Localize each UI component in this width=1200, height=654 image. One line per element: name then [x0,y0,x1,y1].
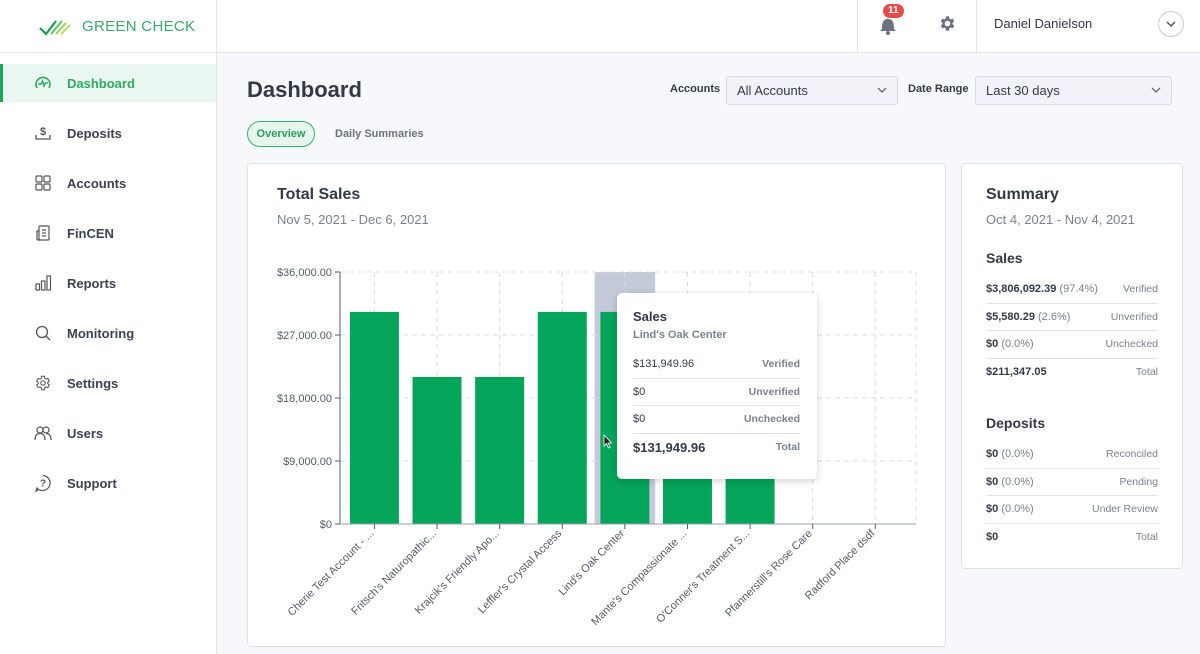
x-tick-label: Lind's Oak Center [556,527,627,598]
tooltip-title: Sales [633,309,667,324]
summary-percent: (97.4%) [1059,283,1098,296]
summary-amount: $0 [986,448,999,461]
summary-sales-row: $0 (0.0%) Unchecked [986,331,1158,359]
summary-percent: (0.0%) [1001,503,1034,516]
summary-label: Reconciled [1106,448,1158,461]
summary-amount: $0 [986,475,999,488]
y-tick-label: $9,000.00 [283,456,332,468]
tooltip-row-total: $131,949.96 Total [633,434,800,462]
summary-sales-row: $3,806,092.39 (97.4%) Verified [986,276,1158,304]
summary-label: Total [1135,531,1158,544]
tooltip-amount: $131,949.96 [633,439,706,455]
summary-label: Under Review [1092,503,1158,516]
summary-label: Unverified [1110,310,1158,323]
tooltip-amount: $131,949.96 [633,358,695,371]
summary-amount: $0 [986,531,999,544]
summary-date-range: Oct 4, 2021 - Nov 4, 2021 [986,212,1135,227]
tooltip-amount: $0 [633,385,646,398]
summary-label: Pending [1119,475,1158,488]
summary-amount: $5,580.29 [986,310,1035,323]
summary-amount: $0 [986,503,999,516]
chart-tooltip: Sales Lind's Oak Center $131,949.96 Veri… [617,293,817,479]
summary-title: Summary [986,186,1059,203]
summary-amount: $3,806,092.39 [986,283,1057,296]
summary-amount: $211,347.05 [986,366,1047,379]
summary-percent: (0.0%) [1001,338,1034,351]
summary-sales-row: $5,580.29 (2.6%) Unverified [986,304,1158,331]
summary-label: Total [1135,366,1158,379]
tooltip-label: Total [775,441,800,454]
y-tick-label: $0 [320,519,332,531]
bar[interactable] [412,377,462,524]
bar[interactable] [349,311,399,524]
summary-sales-heading: Sales [986,250,1023,266]
tooltip-subtitle: Lind's Oak Center [633,329,727,341]
summary-amount: $0 [986,338,999,351]
tooltip-label: Verified [762,358,800,371]
bar[interactable] [537,311,587,524]
tooltip-amount: $0 [633,413,646,426]
summary-label: Verified [1122,283,1158,296]
bar[interactable] [475,377,525,524]
summary-deposits-heading: Deposits [986,415,1046,431]
tooltip-label: Unverified [748,385,800,398]
tooltip-row: $0 Unverified [633,379,800,406]
summary-percent: (0.0%) [1001,448,1034,461]
summary-sales-total-row: $211,347.05 Total [986,359,1158,387]
x-tick-label: Radford Place dsdf [803,527,878,602]
mouse-cursor-icon [603,434,613,449]
y-tick-label: $18,000.00 [277,393,332,405]
summary-deposits-row: $0 (0.0%) Pending [986,469,1158,496]
summary-deposits-row: $0 (0.0%) Reconciled [986,441,1158,469]
tooltip-row: $131,949.96 Verified [633,351,800,379]
summary-label: Unchecked [1105,338,1158,351]
y-tick-label: $36,000.00 [277,267,332,279]
summary-deposits-total-row: $0 Total [986,524,1158,552]
y-tick-label: $27,000.00 [277,330,332,342]
tooltip-row: $0 Unchecked [633,406,800,434]
summary-deposits-row: $0 (0.0%) Under Review [986,496,1158,524]
summary-percent: (0.0%) [1001,475,1034,488]
summary-percent: (2.6%) [1038,310,1071,323]
tooltip-label: Unchecked [743,413,800,426]
